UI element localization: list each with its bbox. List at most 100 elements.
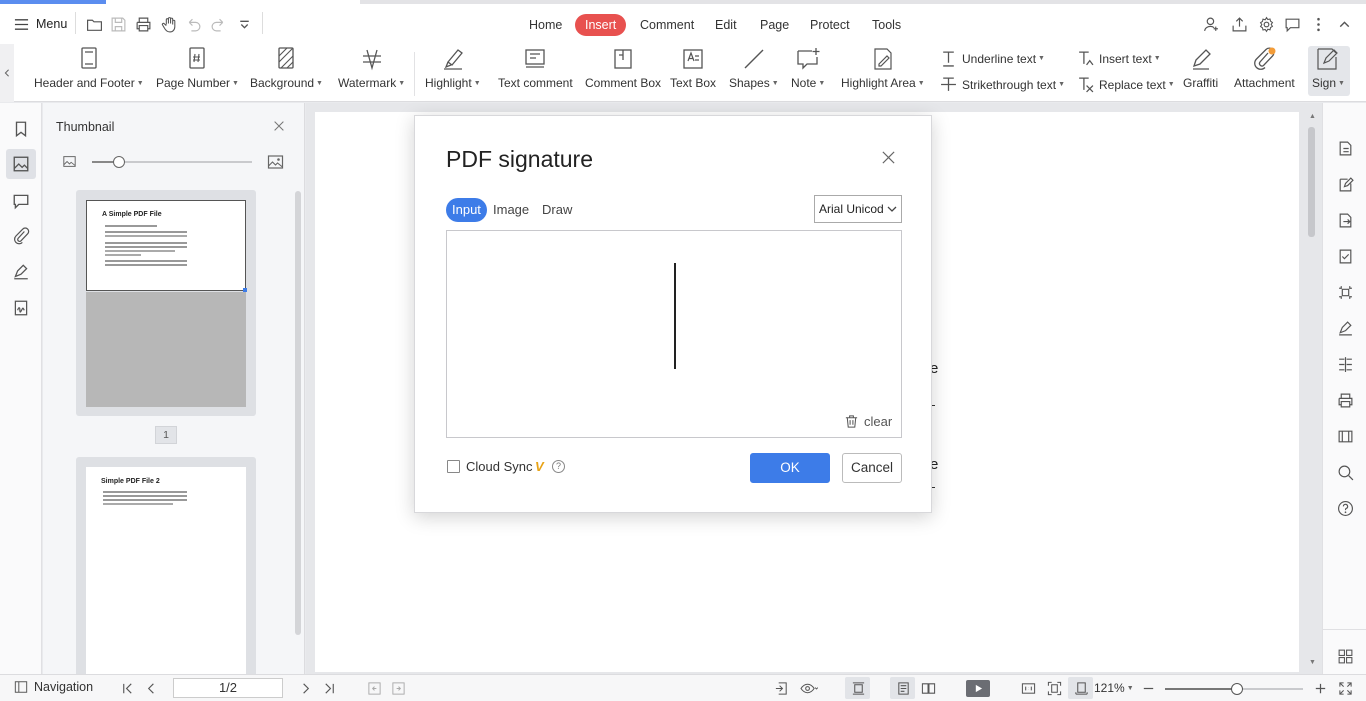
open-folder-icon[interactable] bbox=[83, 13, 105, 35]
attachments-paperclip-icon[interactable] bbox=[10, 225, 32, 247]
settings-gear-icon[interactable] bbox=[1255, 13, 1277, 35]
font-select[interactable]: Arial Unicod bbox=[814, 195, 902, 223]
watermark-button[interactable]: Watermark ▼ bbox=[338, 46, 405, 98]
account-icon[interactable] bbox=[1200, 13, 1222, 35]
signature-input-area[interactable]: clear bbox=[446, 230, 902, 438]
text-comment-button[interactable]: Text comment bbox=[498, 46, 573, 98]
document-scrollbar-thumb[interactable] bbox=[1308, 127, 1315, 237]
attachment-button[interactable]: Attachment bbox=[1234, 46, 1295, 98]
hand-tool-icon[interactable] bbox=[158, 13, 180, 35]
clear-button[interactable]: clear bbox=[844, 414, 892, 429]
tab-insert[interactable]: Insert bbox=[575, 14, 627, 36]
previous-page-icon[interactable] bbox=[142, 679, 160, 697]
page-number-button[interactable]: Page Number ▼ bbox=[156, 46, 239, 98]
forward-view-icon[interactable] bbox=[389, 679, 407, 697]
tab-tools[interactable]: Tools bbox=[862, 14, 911, 36]
play-slideshow-button[interactable] bbox=[966, 680, 990, 697]
tab-edit[interactable]: Edit bbox=[705, 14, 747, 36]
highlight-button[interactable]: Highlight ▼ bbox=[425, 46, 481, 98]
ribbon-scroll-left-icon[interactable] bbox=[0, 44, 14, 102]
thumbnail-scrollbar[interactable] bbox=[295, 191, 301, 635]
close-panel-icon[interactable] bbox=[272, 119, 288, 135]
comments-icon[interactable] bbox=[10, 190, 32, 212]
zoom-slider-handle[interactable] bbox=[1231, 683, 1243, 695]
zoom-in-icon[interactable] bbox=[1311, 679, 1329, 697]
tab-input[interactable]: Input bbox=[446, 198, 487, 222]
signature-panel-icon[interactable] bbox=[10, 261, 32, 283]
menu-button[interactable]: Menu bbox=[14, 14, 67, 34]
replace-text-button[interactable]: Replace text ▼ bbox=[1077, 76, 1175, 93]
graffiti-button[interactable]: Graffiti bbox=[1183, 46, 1218, 98]
text-box-button[interactable]: Text Box bbox=[670, 46, 716, 98]
comment-box-button[interactable]: Comment Box bbox=[585, 46, 661, 98]
tab-image[interactable]: Image bbox=[487, 198, 535, 222]
help-question-icon[interactable]: ? bbox=[552, 460, 565, 473]
collapse-ribbon-icon[interactable] bbox=[1333, 13, 1355, 35]
fullscreen-icon[interactable] bbox=[1336, 679, 1354, 697]
ok-button[interactable]: OK bbox=[750, 453, 830, 483]
shapes-button[interactable]: Shapes ▼ bbox=[729, 46, 779, 98]
large-image-icon[interactable] bbox=[267, 154, 285, 170]
redo-icon[interactable] bbox=[207, 13, 229, 35]
header-footer-button[interactable]: Header and Footer ▼ bbox=[34, 46, 144, 98]
thumbnail-zoom-slider-track[interactable] bbox=[92, 156, 252, 168]
single-page-view-icon[interactable] bbox=[849, 679, 867, 697]
crop-page-icon[interactable] bbox=[1334, 281, 1356, 303]
scroll-up-icon[interactable]: ▲ bbox=[1309, 113, 1316, 120]
single-page-layout-icon[interactable] bbox=[894, 679, 912, 697]
next-page-icon[interactable] bbox=[296, 679, 314, 697]
tab-home[interactable]: Home bbox=[519, 14, 572, 36]
scroll-down-icon[interactable]: ▼ bbox=[1309, 659, 1316, 666]
zoom-level-select[interactable]: 121% ▼ bbox=[1094, 681, 1134, 695]
customize-dropdown-icon[interactable] bbox=[233, 13, 255, 35]
sign-button[interactable]: Sign ▼ bbox=[1312, 46, 1345, 98]
signed-document-icon[interactable] bbox=[10, 297, 32, 319]
last-page-icon[interactable] bbox=[320, 679, 338, 697]
compare-columns-icon[interactable] bbox=[1334, 353, 1356, 375]
page-thumbnail-1[interactable]: A Simple PDF File bbox=[76, 190, 256, 416]
export-document-icon[interactable] bbox=[1334, 209, 1356, 231]
eye-protection-icon[interactable] bbox=[795, 679, 821, 697]
app-grid-icon[interactable] bbox=[1334, 645, 1356, 667]
cancel-button[interactable]: Cancel bbox=[842, 453, 902, 483]
feedback-message-icon[interactable] bbox=[1281, 13, 1303, 35]
zoom-slider-track[interactable] bbox=[1165, 683, 1303, 695]
undo-icon[interactable] bbox=[182, 13, 204, 35]
document-scrollbar[interactable]: ▲ ▼ bbox=[1307, 111, 1316, 671]
screen-capture-icon[interactable] bbox=[1334, 425, 1356, 447]
insert-text-button[interactable]: Insert text ▼ bbox=[1077, 50, 1161, 67]
search-document-icon[interactable] bbox=[1334, 461, 1356, 483]
navigation-toggle[interactable]: Navigation bbox=[14, 680, 93, 694]
background-button[interactable]: Background ▼ bbox=[250, 46, 323, 98]
page-number-input[interactable]: 1/2 bbox=[173, 678, 283, 698]
bookmark-icon[interactable] bbox=[10, 118, 32, 140]
form-check-icon[interactable] bbox=[1334, 245, 1356, 267]
more-options-icon[interactable] bbox=[1307, 13, 1329, 35]
tab-page[interactable]: Page bbox=[750, 14, 799, 36]
extract-page-icon[interactable] bbox=[772, 679, 790, 697]
thumbnail-icon[interactable] bbox=[10, 153, 32, 175]
cloud-sync-checkbox[interactable] bbox=[447, 460, 460, 473]
help-icon[interactable] bbox=[1334, 497, 1356, 519]
zoom-out-icon[interactable] bbox=[1139, 679, 1157, 697]
first-page-icon[interactable] bbox=[118, 679, 136, 697]
thumbnail-zoom-slider-handle[interactable] bbox=[113, 156, 125, 168]
pdf-to-word-icon[interactable] bbox=[1334, 137, 1356, 159]
page-thumbnail-2[interactable]: Simple PDF File 2 bbox=[76, 457, 256, 677]
sign-tool-icon[interactable] bbox=[1334, 317, 1356, 339]
tab-protect[interactable]: Protect bbox=[800, 14, 860, 36]
share-icon[interactable] bbox=[1228, 13, 1250, 35]
small-image-icon[interactable] bbox=[63, 155, 77, 169]
back-view-icon[interactable] bbox=[365, 679, 383, 697]
print-tool-icon[interactable] bbox=[1334, 389, 1356, 411]
print-icon[interactable] bbox=[132, 13, 154, 35]
fit-page-icon[interactable] bbox=[1045, 679, 1063, 697]
fit-width-icon[interactable] bbox=[1072, 679, 1090, 697]
edit-document-icon[interactable] bbox=[1334, 173, 1356, 195]
strikethrough-text-button[interactable]: Strikethrough text ▼ bbox=[940, 76, 1065, 93]
tab-comment[interactable]: Comment bbox=[630, 14, 704, 36]
actual-size-icon[interactable] bbox=[1019, 679, 1037, 697]
tab-draw[interactable]: Draw bbox=[536, 198, 578, 222]
note-button[interactable]: Note ▼ bbox=[791, 46, 825, 98]
dialog-close-icon[interactable] bbox=[881, 150, 897, 166]
